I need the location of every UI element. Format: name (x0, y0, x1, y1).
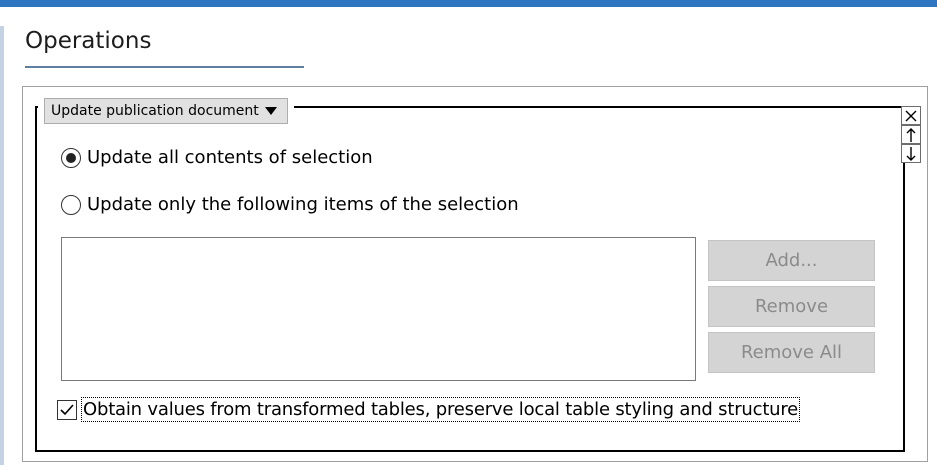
update-only-option[interactable]: Update only the following items of the s… (61, 194, 519, 215)
update-only-label: Update only the following items of the s… (87, 194, 519, 215)
title-underline (25, 66, 304, 68)
update-only-radio[interactable] (61, 194, 81, 215)
obtain-values-option[interactable]: Obtain values from transformed tables, p… (57, 397, 801, 422)
remove-all-button[interactable]: Remove All (708, 332, 875, 373)
add-button[interactable]: Add... (708, 240, 875, 281)
operation-type-label: Update publication document (51, 103, 259, 119)
left-accent-bar (0, 26, 4, 465)
triangle-down-icon (264, 107, 277, 115)
section-title: Operations (25, 28, 152, 54)
update-all-option[interactable]: Update all contents of selection (61, 147, 373, 168)
update-all-label: Update all contents of selection (87, 147, 373, 168)
remove-button[interactable]: Remove (708, 286, 875, 327)
radio-selected-dot (66, 152, 76, 163)
obtain-values-checkbox[interactable] (57, 399, 77, 420)
obtain-values-label: Obtain values from transformed tables, p… (80, 397, 801, 422)
checkmark-icon (60, 403, 74, 415)
top-accent-bar (0, 0, 937, 7)
selection-items-list[interactable] (61, 237, 696, 381)
arrow-up-icon[interactable] (901, 125, 921, 144)
operation-type-dropdown[interactable]: Update publication document (38, 92, 294, 130)
close-icon[interactable] (901, 106, 921, 125)
update-all-radio[interactable] (61, 147, 81, 168)
arrow-down-icon[interactable] (901, 144, 921, 163)
